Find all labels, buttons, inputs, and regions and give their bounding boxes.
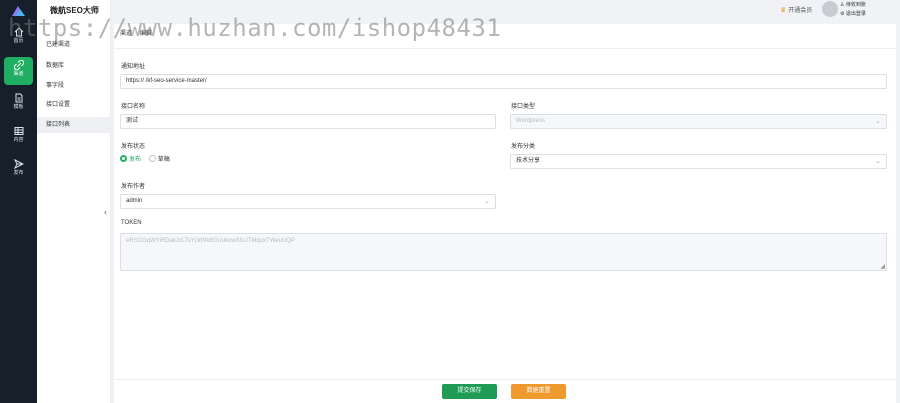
- user-link-logout[interactable]: ⚙ 退出登录: [840, 10, 866, 19]
- notify-url-input[interactable]: https:// /kf-seo-service-master/: [120, 74, 887, 89]
- user-link-account[interactable]: ♙ 待收到账: [840, 1, 866, 10]
- radio-draft[interactable]: 草稿: [148, 154, 170, 163]
- radio-label: 草稿: [157, 157, 170, 163]
- token-value: eRSCGqWYiRDakJcLTsYzkWk8GUukowXfoJTMquxT…: [126, 238, 295, 244]
- rail-item-label: 内容: [13, 137, 24, 143]
- radio-dot: [148, 155, 156, 162]
- user-link-label: 退出登录: [845, 11, 866, 17]
- vip-label: 开通会员: [788, 8, 813, 14]
- secondary-menu: 微航SEO大师 已建渠道 数据库 事字段 接口设置 接口列表: [37, 0, 111, 403]
- collapse-sidebar-icon[interactable]: ‹: [104, 207, 112, 217]
- rail-item-publish[interactable]: 发布: [4, 156, 33, 184]
- link-icon: [13, 60, 24, 70]
- token-textarea[interactable]: eRSCGqWYiRDakJcLTsYzkWk8GUukowXfoJTMquxT…: [120, 233, 887, 271]
- api-name-label: 接口名称: [121, 104, 146, 110]
- publish-status-radio-group: 发布 草稿: [120, 154, 176, 163]
- publish-author-label: 发布作者: [121, 184, 146, 190]
- chevron-down-icon: ⌄: [484, 198, 490, 205]
- radio-publish[interactable]: 发布: [120, 154, 141, 163]
- publish-category-value: 技术分享: [516, 158, 541, 164]
- gear-icon: ⚙: [840, 11, 845, 17]
- avatar[interactable]: [822, 1, 838, 17]
- user-links: ♙ 待收到账 ⚙ 退出登录: [840, 1, 866, 19]
- rail-item-template[interactable]: 模板: [4, 90, 33, 118]
- resize-handle-icon[interactable]: ◢: [880, 263, 885, 270]
- radio-label: 发布: [129, 157, 142, 163]
- publish-author-select[interactable]: admin ⌄: [120, 194, 496, 209]
- crown-icon: ♛: [780, 7, 787, 14]
- rail-item-label: 发布: [13, 170, 24, 176]
- submenu-item-api-list[interactable]: 接口列表: [37, 117, 110, 133]
- form-footer: 提交保存 数据重置: [114, 379, 896, 403]
- api-type-value: Wordpress: [516, 118, 545, 124]
- publish-category-select[interactable]: 技术分享 ⌄: [510, 154, 887, 169]
- header-user-area: ♛ 开通会员 ♙ 待收到账 ⚙ 退出登录: [780, 0, 900, 22]
- icon-rail: 首页 渠道 模板 内容 发布: [0, 0, 37, 403]
- chevron-down-icon: ⌄: [875, 158, 881, 165]
- submenu-item-api-settings[interactable]: 接口设置: [37, 97, 110, 113]
- vip-link[interactable]: ♛ 开通会员: [780, 5, 812, 14]
- chevron-down-icon: ⌄: [875, 118, 881, 125]
- rail-item-label: 模板: [13, 104, 24, 110]
- reset-data-button[interactable]: 数据重置: [511, 384, 566, 399]
- divider: [114, 48, 896, 49]
- notify-url-label: 通知地址: [121, 64, 146, 70]
- grid-icon: [14, 127, 23, 135]
- publish-category-label: 发布分类: [511, 144, 536, 150]
- user-icon: ♙: [840, 2, 845, 8]
- send-icon: [13, 159, 24, 169]
- submenu-item-database[interactable]: 数据库: [37, 58, 110, 74]
- edit-panel: 渠道 编辑 通知地址 https:// /kf-seo-service-mast…: [114, 24, 896, 379]
- publish-author-value: admin: [126, 198, 143, 204]
- api-type-label: 接口类型: [511, 104, 536, 110]
- publish-status-label: 发布状态: [121, 144, 146, 150]
- api-name-input[interactable]: 测试: [120, 114, 496, 129]
- document-icon: [15, 93, 22, 103]
- token-label: TOKEN: [121, 220, 142, 226]
- watermark: https://www.huzhan.com/ishop48431: [8, 14, 502, 42]
- rail-item-content[interactable]: 内容: [4, 123, 33, 151]
- submit-save-button[interactable]: 提交保存: [442, 384, 497, 399]
- user-link-label: 待收到账: [845, 2, 866, 8]
- rail-item-label: 渠道: [13, 71, 24, 77]
- api-type-select[interactable]: Wordpress ⌄: [510, 114, 887, 129]
- radio-dot: [120, 155, 127, 162]
- rail-item-channel[interactable]: 渠道: [4, 57, 33, 85]
- submenu-item-fields[interactable]: 事字段: [37, 78, 110, 94]
